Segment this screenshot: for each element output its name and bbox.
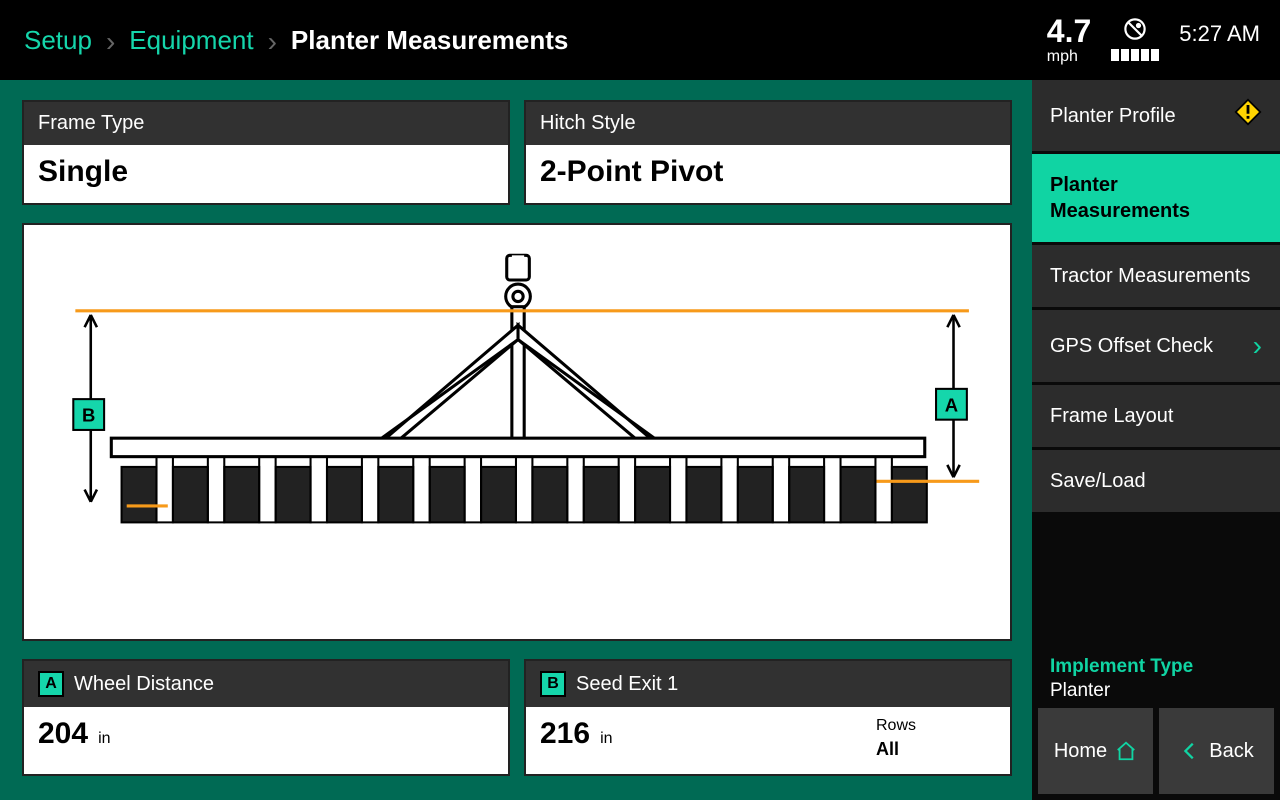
planter-diagram: A B bbox=[22, 223, 1012, 641]
speed-value: 4.7 bbox=[1047, 15, 1091, 47]
frame-type-card[interactable]: Frame Type Single bbox=[22, 100, 510, 205]
home-button[interactable]: Home bbox=[1038, 708, 1153, 794]
main-panel: Frame Type Single Hitch Style 2-Point Pi… bbox=[0, 80, 1032, 800]
sidebar-item-label: Frame Layout bbox=[1050, 403, 1173, 429]
top-bar: Setup › Equipment › Planter Measurements… bbox=[0, 0, 1280, 80]
seed-exit-rows-value: All bbox=[876, 739, 916, 760]
seed-exit-unit: in bbox=[600, 730, 612, 748]
satellite-icon bbox=[1121, 15, 1149, 43]
speed-readout: 4.7 mph bbox=[1047, 15, 1091, 65]
hitch-style-card[interactable]: Hitch Style 2-Point Pivot bbox=[524, 100, 1012, 205]
frame-type-value: Single bbox=[38, 155, 494, 189]
seed-exit-label: Seed Exit 1 bbox=[576, 673, 678, 696]
breadcrumb: Setup › Equipment › Planter Measurements bbox=[24, 25, 568, 56]
back-button-label: Back bbox=[1209, 740, 1253, 763]
sidebar-item-save-load[interactable]: Save/Load bbox=[1032, 450, 1280, 515]
sidebar-item-planter-profile[interactable]: Planter Profile bbox=[1032, 80, 1280, 154]
sidebar-item-label: Planter Measurements bbox=[1050, 172, 1262, 224]
seed-exit-rows-label: Rows bbox=[876, 717, 916, 735]
home-button-label: Home bbox=[1054, 740, 1107, 763]
sidebar-item-label: Save/Load bbox=[1050, 468, 1146, 494]
chevron-right-icon: › bbox=[1253, 328, 1262, 364]
breadcrumb-equipment[interactable]: Equipment bbox=[129, 25, 253, 56]
chevron-right-icon: › bbox=[106, 28, 115, 56]
clock: 5:27 AM bbox=[1179, 15, 1260, 47]
back-button[interactable]: Back bbox=[1159, 708, 1274, 794]
breadcrumb-setup[interactable]: Setup bbox=[24, 25, 92, 56]
badge-b-icon: B bbox=[540, 671, 566, 697]
seed-exit-value: 216 bbox=[540, 717, 590, 751]
hitch-style-value: 2-Point Pivot bbox=[540, 155, 996, 189]
breadcrumb-current: Planter Measurements bbox=[291, 25, 568, 56]
home-icon bbox=[1115, 740, 1137, 762]
sidebar-item-tractor-measurements[interactable]: Tractor Measurements bbox=[1032, 245, 1280, 310]
gps-signal-indicator bbox=[1111, 15, 1159, 61]
warning-icon bbox=[1234, 98, 1262, 133]
implement-type-block: Implement Type Planter bbox=[1032, 642, 1280, 708]
frame-type-label: Frame Type bbox=[24, 102, 508, 145]
implement-type-label: Implement Type bbox=[1050, 656, 1262, 678]
wheel-distance-value: 204 bbox=[38, 717, 88, 751]
wheel-distance-unit: in bbox=[98, 730, 110, 748]
speed-unit: mph bbox=[1047, 49, 1078, 65]
wheel-distance-label: Wheel Distance bbox=[74, 673, 214, 696]
sidebar-item-label: Planter Profile bbox=[1050, 103, 1176, 129]
sidebar-item-label: GPS Offset Check bbox=[1050, 333, 1213, 359]
diagram-badge-b: B bbox=[82, 405, 95, 426]
badge-a-icon: A bbox=[38, 671, 64, 697]
sidebar: Planter Profile Planter Measurements Tra… bbox=[1032, 80, 1280, 800]
chevron-right-icon: › bbox=[268, 28, 277, 56]
signal-bars-icon bbox=[1111, 49, 1159, 61]
wheel-distance-card[interactable]: A Wheel Distance 204 in bbox=[22, 659, 510, 776]
hitch-style-label: Hitch Style bbox=[526, 102, 1010, 145]
chevron-left-icon bbox=[1179, 740, 1201, 762]
sidebar-item-frame-layout[interactable]: Frame Layout bbox=[1032, 385, 1280, 450]
seed-exit-card[interactable]: B Seed Exit 1 216 in Rows All bbox=[524, 659, 1012, 776]
sidebar-item-planter-measurements[interactable]: Planter Measurements bbox=[1032, 154, 1280, 245]
sidebar-item-gps-offset-check[interactable]: GPS Offset Check › bbox=[1032, 310, 1280, 385]
diagram-badge-a: A bbox=[945, 394, 958, 415]
implement-type-value: Planter bbox=[1050, 680, 1262, 702]
sidebar-item-label: Tractor Measurements bbox=[1050, 263, 1250, 289]
